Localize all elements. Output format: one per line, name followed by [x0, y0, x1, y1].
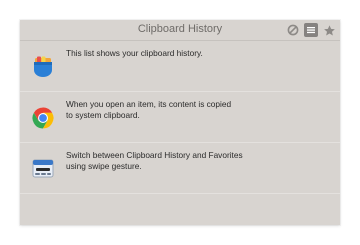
clipboard-history-panel: Clipboard History This list shows your c… — [20, 20, 340, 225]
list-item-text: When you open an item, its content is co… — [66, 99, 232, 120]
list-item[interactable]: This list shows your clipboard history. — [20, 41, 340, 92]
title-bar: Clipboard History — [20, 20, 340, 41]
pocket-icon — [31, 55, 55, 79]
swipe-app-icon — [31, 157, 55, 181]
list-icon[interactable] — [304, 23, 318, 37]
block-icon[interactable] — [286, 23, 300, 37]
chrome-icon — [31, 106, 55, 130]
toolbar-controls — [286, 23, 336, 37]
list-item-text: Switch between Clipboard History and Fav… — [66, 150, 243, 171]
list-item-text: This list shows your clipboard history. — [66, 48, 203, 58]
star-icon[interactable] — [322, 23, 336, 37]
list-item[interactable]: Switch between Clipboard History and Fav… — [20, 143, 340, 194]
list-item[interactable]: When you open an item, its content is co… — [20, 92, 340, 143]
